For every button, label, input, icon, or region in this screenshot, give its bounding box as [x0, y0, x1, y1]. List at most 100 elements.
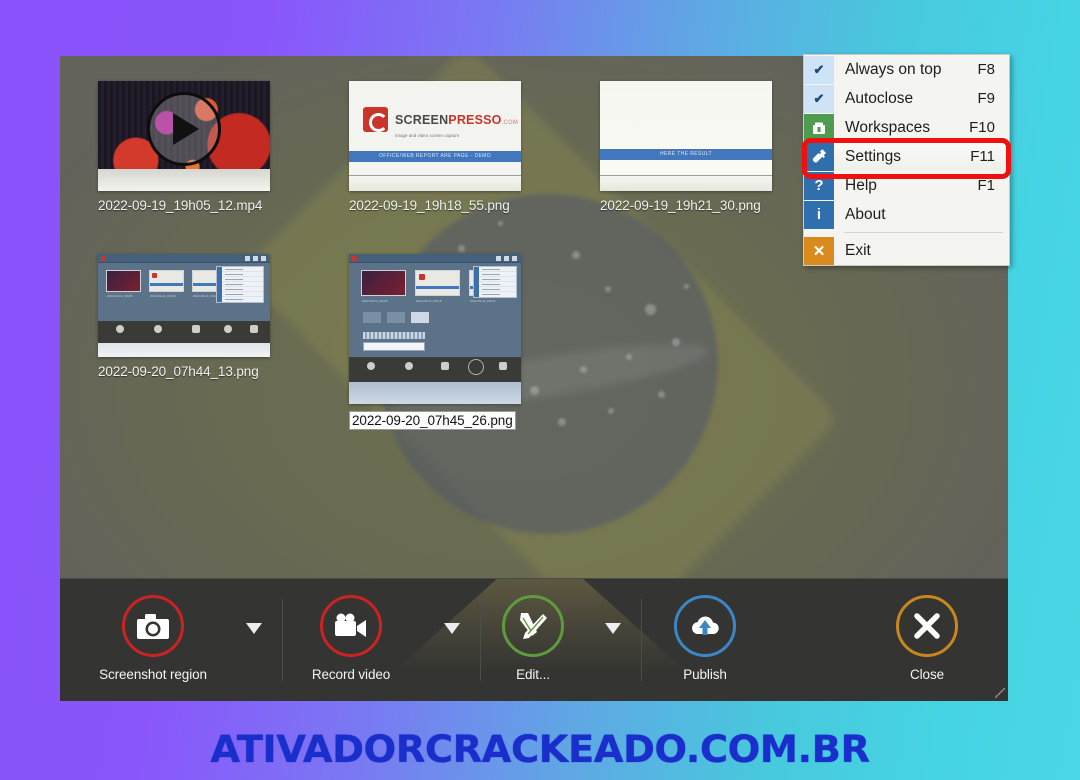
- menu-item-always-on-top[interactable]: ✔ Always on top F8: [804, 55, 1009, 84]
- screenpresso-mark-icon: [363, 107, 388, 132]
- main-toolbar: Screenshot region Record video Edit... P…: [60, 578, 1008, 701]
- edit-dropdown-arrow[interactable]: [605, 623, 621, 634]
- close-button[interactable]: Close: [867, 595, 987, 682]
- logo-text-c: .COM: [501, 119, 519, 126]
- check-icon: ✔: [804, 55, 834, 84]
- list-item[interactable]: 2022-09-19_19h05 2022-09-19_19h18 2022-0…: [98, 254, 276, 379]
- menu-separator: [844, 232, 1003, 233]
- menu-item-shortcut: F1: [977, 177, 995, 194]
- thumbnail-preview-document[interactable]: SCREENPRESSO.COM Image and video screen …: [349, 81, 521, 191]
- edit-tools-icon: [520, 613, 547, 639]
- menu-item-label: Autoclose: [845, 89, 914, 107]
- mini-edit-icon: [441, 362, 449, 370]
- menu-item-exit[interactable]: ✕ Exit: [804, 236, 1009, 265]
- list-item[interactable]: HERE THE RESULT 2022-09-19_19h21_30.png: [600, 81, 778, 213]
- mini-toolbar: [98, 321, 270, 343]
- record-video-ring[interactable]: [320, 595, 382, 657]
- list-item[interactable]: SCREENPRESSO.COM Image and video screen …: [349, 81, 527, 213]
- document-footer: [600, 175, 772, 191]
- menu-item-shortcut: F10: [969, 119, 995, 136]
- mini-edit-icon: [192, 325, 200, 333]
- window-resize-grip[interactable]: [995, 688, 1005, 698]
- thumbnail-filename: 2022-09-20_07h44_13.png: [98, 364, 259, 379]
- menu-item-autoclose[interactable]: ✔ Autoclose F9: [804, 84, 1009, 113]
- mini-thumbnail: [361, 270, 406, 296]
- workspaces-glyph: [813, 122, 825, 134]
- check-icon: ✔: [804, 84, 834, 113]
- edit-ring[interactable]: [502, 595, 564, 657]
- mini-caption: 2022-09-19_19h18: [150, 294, 176, 298]
- screenshot-region-button[interactable]: Screenshot region: [93, 595, 213, 682]
- site-watermark: ATIVADORCRACKEADO.COM.BR: [210, 728, 870, 771]
- mini-video-icon: [154, 325, 162, 333]
- menu-item-label: Exit: [845, 241, 871, 259]
- close-ring[interactable]: [896, 595, 958, 657]
- upload-cloud-icon: [692, 616, 719, 635]
- mini-menu-item: [217, 297, 263, 302]
- screenshot-region-dropdown-arrow[interactable]: [246, 623, 262, 634]
- logo-text-b: PRESSO: [448, 112, 502, 127]
- mini-toolbar: [349, 357, 521, 382]
- mini-titlebar: [98, 254, 270, 263]
- workspaces-icon: [804, 113, 834, 142]
- video-camera-icon: [335, 613, 366, 637]
- context-menu[interactable]: ✔ Always on top F8 ✔ Autoclose F9 Worksp…: [803, 54, 1010, 266]
- mini-thumbnail: [415, 270, 460, 296]
- menu-item-shortcut: F9: [977, 90, 995, 107]
- mini-thumbnail: [106, 270, 141, 292]
- list-item[interactable]: 2022-09-19_19h05_12.mp4: [98, 81, 276, 213]
- video-filmstrip: [98, 169, 270, 191]
- screenshot-region-ring[interactable]: [122, 595, 184, 657]
- mini-context-menu: [473, 266, 517, 298]
- publish-ring[interactable]: [674, 595, 736, 657]
- mini-camera-icon: [116, 325, 124, 333]
- wrench-icon: [804, 142, 834, 171]
- thumbnail-preview-screenshot[interactable]: 2022-09-19_19h05 2022-09-19_19h18 2022-0…: [98, 254, 270, 357]
- mini-caption: 2022-09-19_19h05: [362, 299, 388, 303]
- menu-item-label: About: [845, 205, 886, 223]
- thumbnail-preview-video[interactable]: [98, 81, 270, 191]
- thumbnail-preview-document[interactable]: HERE THE RESULT: [600, 81, 772, 191]
- edit-button[interactable]: Edit...: [473, 595, 593, 682]
- publish-button[interactable]: Publish: [645, 595, 765, 682]
- menu-item-help[interactable]: ? Help F1: [804, 171, 1009, 200]
- play-icon[interactable]: [147, 92, 221, 167]
- mini-caption: 2022-09-19_19h05: [107, 294, 133, 298]
- thumbnail-filename: 2022-09-19_19h21_30.png: [600, 198, 761, 213]
- wrench-glyph: [812, 149, 826, 163]
- thumbnail-filename: 2022-09-20_07h45_26.png: [349, 411, 516, 430]
- record-video-dropdown-arrow[interactable]: [444, 623, 460, 634]
- camera-icon: [137, 614, 169, 639]
- mini-bottom-strip: [349, 382, 521, 404]
- menu-item-label: Workspaces: [845, 118, 930, 136]
- menu-item-label: Help: [845, 176, 877, 194]
- mini-row2-thumbs: [363, 312, 429, 323]
- question-icon: ?: [804, 171, 834, 200]
- mini-caption: 2022-09-19_19h21: [193, 294, 219, 298]
- thumbnail-preview-screenshot[interactable]: 2022-09-19_19h05 2022-09-19_19h18 2022-0…: [349, 254, 521, 404]
- list-item[interactable]: 2022-09-19_19h05 2022-09-19_19h18 2022-0…: [349, 254, 527, 430]
- mini-selected-label: [363, 332, 425, 339]
- mini-caption: 2022-09-19_19h21: [470, 299, 496, 303]
- screenshot-region-label: Screenshot region: [99, 667, 207, 682]
- mini-video-icon: [405, 362, 413, 370]
- edit-label: Edit...: [516, 667, 550, 682]
- info-icon: i: [804, 200, 834, 229]
- screenpresso-logo: SCREENPRESSO.COM: [363, 107, 518, 132]
- menu-item-settings[interactable]: Settings F11: [804, 142, 1009, 171]
- exit-x-icon: ✕: [804, 236, 834, 265]
- mini-camera-icon: [367, 362, 375, 370]
- close-label: Close: [909, 667, 944, 682]
- menu-item-about[interactable]: i About: [804, 200, 1009, 229]
- mini-menu-item: [474, 292, 516, 297]
- mini-selected-label-box: [363, 342, 425, 351]
- document-band: HERE THE RESULT: [600, 149, 772, 160]
- menu-item-shortcut: F11: [970, 148, 995, 165]
- mini-titlebar: [349, 254, 521, 263]
- logo-text-a: SCREEN: [395, 112, 449, 127]
- menu-item-label: Always on top: [845, 60, 942, 78]
- logo-tagline: Image and video screen capture: [395, 133, 460, 138]
- record-video-button[interactable]: Record video: [291, 595, 411, 682]
- menu-item-workspaces[interactable]: Workspaces F10: [804, 113, 1009, 142]
- document-band: OFFICE/WEB REPORT ARE PAGE - DEMO: [349, 151, 521, 162]
